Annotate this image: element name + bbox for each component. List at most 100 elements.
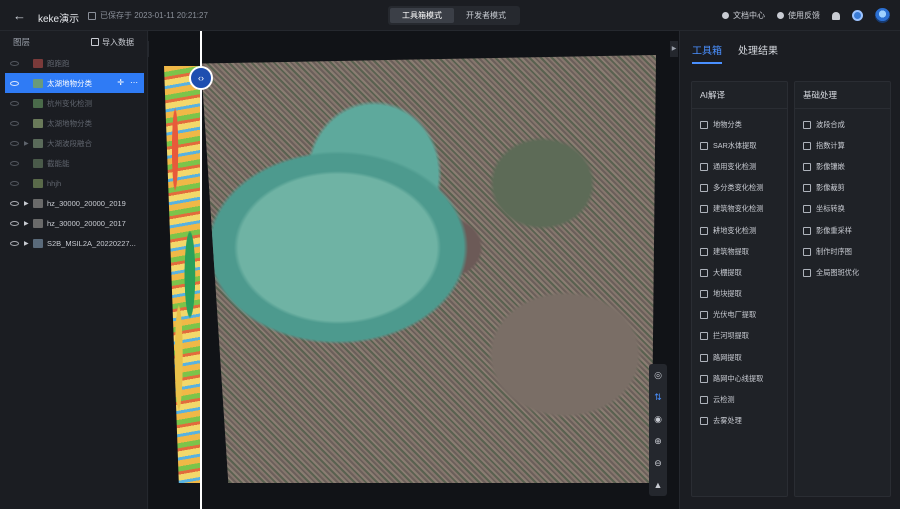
layer-item[interactable]: hhjh [0, 173, 147, 193]
eye-icon[interactable] [10, 80, 19, 86]
layer-item[interactable]: 跑跑跑 [0, 53, 147, 73]
swipe-handle-icon[interactable]: ‹› [189, 66, 213, 90]
layer-thumbnail [33, 118, 43, 128]
basic-tool-item[interactable]: 指数计算 [795, 135, 890, 156]
globe-icon[interactable] [852, 10, 863, 21]
eye-icon[interactable] [10, 240, 19, 246]
layer-name: hz_30000_20000_2019 [47, 198, 126, 208]
layer-thumbnail [33, 158, 43, 168]
collapse-right-panel-icon[interactable]: ▶ [670, 41, 678, 57]
satellite-image [201, 55, 656, 483]
tool-label: 云检测 [713, 395, 735, 405]
layer-name: S2B_MSIL2A_20220227... [47, 238, 136, 248]
globe-view-icon[interactable]: ◉ [649, 408, 667, 430]
eye-icon[interactable] [10, 120, 19, 126]
layer-item[interactable]: 太湖地物分类 [0, 113, 147, 133]
layer-thumbnail [33, 98, 43, 108]
tool-icon [700, 396, 708, 405]
ai-tool-item[interactable]: 路网提取 [692, 347, 787, 368]
more-icon[interactable]: ⋯ [130, 78, 138, 87]
tool-label: 坐标转换 [816, 204, 845, 214]
basic-tool-item[interactable]: 波段合成 [795, 114, 890, 135]
tool-label: 指数计算 [816, 140, 845, 150]
basic-tool-item[interactable]: 影像重采样 [795, 220, 890, 241]
ai-tool-item[interactable]: 耕地变化检测 [692, 220, 787, 241]
ai-tool-item[interactable]: 大棚提取 [692, 262, 787, 283]
basic-tool-item[interactable]: 制作时序图 [795, 241, 890, 262]
expand-caret-icon[interactable]: ▶ [24, 140, 30, 147]
ai-tool-item[interactable]: 建筑物提取 [692, 241, 787, 262]
tool-icon [700, 332, 708, 341]
swipe-compare-icon[interactable]: ⇅ [649, 386, 667, 408]
swipe-divider[interactable] [200, 31, 202, 509]
tab-toolbox[interactable]: 工具箱 [692, 42, 722, 64]
basic-tool-item[interactable]: 坐标转换 [795, 199, 890, 220]
save-status-text: 已保存于 2023-01-11 20:21:27 [100, 11, 208, 20]
arrow-left-icon[interactable]: ← [13, 9, 27, 23]
eye-icon[interactable] [10, 140, 19, 146]
mode-toolbox-tab[interactable]: 工具箱模式 [390, 8, 454, 23]
lightbulb-icon [722, 12, 729, 19]
import-data-label: 导入数据 [102, 37, 134, 47]
eye-icon[interactable] [10, 100, 19, 106]
ai-tool-item[interactable]: 路网中心线提取 [692, 368, 787, 389]
import-icon [91, 38, 99, 46]
zoom-in-icon[interactable]: ⊕ [649, 430, 667, 452]
tool-icon [803, 162, 811, 171]
tool-icon [803, 205, 811, 214]
compass-icon[interactable]: ▲ [649, 474, 667, 496]
ai-tool-item[interactable]: 地物分类 [692, 114, 787, 135]
feedback-link[interactable]: 使用反馈 [777, 10, 820, 21]
avatar[interactable] [875, 8, 890, 23]
eye-icon[interactable] [10, 200, 19, 206]
zoom-out-icon[interactable]: ⊖ [649, 452, 667, 474]
ai-tool-item[interactable]: 地块提取 [692, 284, 787, 305]
docs-link[interactable]: 文档中心 [722, 10, 765, 21]
ai-tool-item[interactable]: 光伏电厂提取 [692, 305, 787, 326]
tab-results[interactable]: 处理结果 [738, 42, 778, 57]
layer-item[interactable]: 太湖地物分类 ✛ ⋯ [5, 73, 144, 93]
basic-tool-item[interactable]: 全局图斑优化 [795, 262, 890, 283]
tool-label: 制作时序图 [816, 246, 852, 256]
layer-panel: 图层 导入数据 跑跑跑 太湖地物分类 ✛ ⋯ 杭州变化检测 太湖地物分类 ▶ 大湖波段融合 截能… [0, 31, 148, 509]
eye-icon[interactable] [10, 220, 19, 226]
move-icon[interactable]: ✛ [117, 78, 124, 87]
layer-item[interactable]: ▶ S2B_MSIL2A_20220227... [0, 233, 147, 253]
bell-icon[interactable] [832, 11, 840, 20]
eye-icon[interactable] [10, 180, 19, 186]
ai-tool-item[interactable]: 拦河坝提取 [692, 326, 787, 347]
layer-panel-title: 图层 [13, 37, 31, 47]
mode-developer-tab[interactable]: 开发者模式 [454, 8, 518, 23]
eye-icon[interactable] [10, 160, 19, 166]
layer-actions: ✛ ⋯ [117, 78, 138, 87]
import-data-button[interactable]: 导入数据 [91, 37, 134, 48]
tool-label: 光伏电厂提取 [713, 310, 757, 320]
layer-item[interactable]: ▶ hz_30000_20000_2019 [0, 193, 147, 213]
basic-tool-item[interactable]: 影像裁剪 [795, 178, 890, 199]
ai-tool-item[interactable]: 通用变化检测 [692, 156, 787, 177]
layer-item[interactable]: 杭州变化检测 [0, 93, 147, 113]
basic-tool-item[interactable]: 影像镶嵌 [795, 156, 890, 177]
ai-tool-item[interactable]: 建筑物变化检测 [692, 199, 787, 220]
layer-thumbnail [33, 178, 43, 188]
locate-icon[interactable]: ◎ [649, 364, 667, 386]
ai-tool-item[interactable]: 多分类变化检测 [692, 178, 787, 199]
tool-icon [700, 205, 708, 214]
expand-caret-icon[interactable]: ▶ [24, 220, 30, 227]
tool-icon [700, 141, 708, 150]
tool-label: 大棚提取 [713, 267, 742, 277]
expand-caret-icon[interactable]: ▶ [24, 200, 30, 207]
ai-tool-item[interactable]: 去雾处理 [692, 411, 787, 432]
map-canvas[interactable]: ‹› ◎ ⇅ ◉ ⊕ ⊖ ▲ [149, 31, 681, 509]
expand-caret-icon[interactable]: ▶ [24, 240, 30, 247]
eye-icon[interactable] [10, 60, 19, 66]
tool-icon [700, 184, 708, 193]
tool-label: 地块提取 [713, 289, 742, 299]
tool-label: 耕地变化检测 [713, 225, 757, 235]
ai-tool-item[interactable]: SAR水体提取 [692, 135, 787, 156]
layer-item[interactable]: 截能能 [0, 153, 147, 173]
tool-columns: AI解译 地物分类 SAR水体提取 通用变化检测 多分类变化检测 建筑物变化检测 耕地变化… [691, 81, 891, 497]
layer-item[interactable]: ▶ 大湖波段融合 [0, 133, 147, 153]
ai-tool-item[interactable]: 云检测 [692, 389, 787, 410]
layer-item[interactable]: ▶ hz_30000_20000_2017 [0, 213, 147, 233]
